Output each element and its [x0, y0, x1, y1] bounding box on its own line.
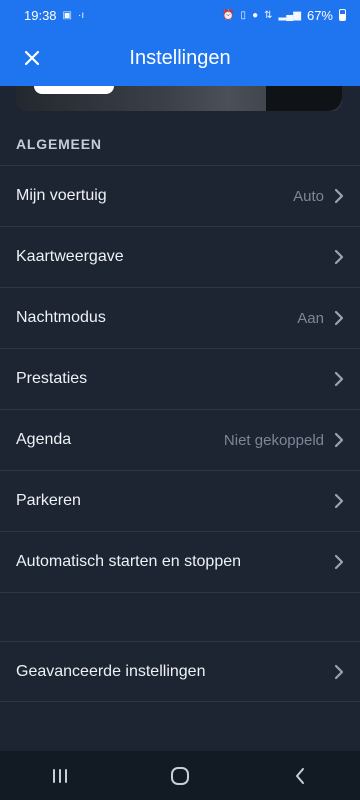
setting-label: Automatisch starten en stoppen [16, 553, 242, 570]
home-button[interactable] [150, 756, 210, 796]
signal-dot-icon: ·ı [78, 9, 85, 21]
setting-right [324, 371, 344, 387]
settings-list: Mijn voertuig Auto Kaartweergave Nachtmo… [0, 165, 360, 702]
network-4g-icon: ⇅ [264, 9, 273, 21]
recent-apps-icon [53, 768, 67, 783]
setting-row-my-vehicle[interactable]: Mijn voertuig Auto [0, 165, 360, 226]
setting-row-advanced[interactable]: Geavanceerde instellingen [0, 641, 360, 702]
setting-right: Niet gekoppeld [224, 432, 344, 449]
section-header-general: ALGEMEEN [16, 136, 102, 152]
battery-percent: 67% [306, 7, 333, 23]
banner-image-shadow [266, 86, 342, 111]
setting-row-auto-start-stop[interactable]: Automatisch starten en stoppen [0, 531, 360, 592]
alarm-icon: ⏰ [222, 9, 235, 21]
chevron-right-icon [334, 493, 344, 509]
banner-image-highlight [34, 86, 114, 94]
vibrate-icon: ▯ [240, 9, 247, 21]
setting-value: Aan [297, 309, 324, 327]
location-icon: ● [252, 9, 259, 21]
setting-right [324, 493, 344, 509]
setting-value: Auto [293, 187, 324, 205]
notification-icon: ▣ [62, 9, 72, 21]
chevron-right-icon [334, 188, 344, 204]
setting-right [324, 249, 344, 265]
status-bar: 19:38 ▣ ·ı ⏰ ▯ ● ⇅ ▂▄▆ 67% [0, 0, 360, 30]
setting-row-night-mode[interactable]: Nachtmodus Aan [0, 287, 360, 348]
chevron-right-icon [334, 664, 344, 680]
status-bar-right: ⏰ ▯ ● ⇅ ▂▄▆ 67% [222, 8, 346, 23]
status-time: 19:38 [24, 7, 57, 23]
recent-apps-button[interactable] [30, 756, 90, 796]
battery-icon [339, 9, 346, 21]
chevron-right-icon [334, 310, 344, 326]
setting-label: Parkeren [16, 492, 81, 509]
setting-label: Prestaties [16, 370, 88, 387]
setting-row-map-view[interactable]: Kaartweergave [0, 226, 360, 287]
home-icon [171, 766, 189, 785]
chevron-right-icon [334, 432, 344, 448]
close-button[interactable] [12, 38, 52, 78]
setting-right: Auto [293, 188, 344, 205]
setting-label: Mijn voertuig [16, 187, 107, 204]
setting-right [324, 554, 344, 570]
setting-label: Kaartweergave [16, 248, 124, 265]
setting-value: Niet gekoppeld [223, 431, 324, 449]
setting-right [334, 664, 344, 680]
back-icon [296, 767, 304, 784]
page-title: Instellingen [129, 46, 231, 69]
close-icon [24, 50, 40, 66]
system-nav-bar [0, 751, 360, 800]
banner-image [16, 86, 342, 111]
section-spacer [0, 592, 360, 641]
signal-bars-icon: ▂▄▆ [278, 9, 301, 21]
chevron-right-icon [334, 371, 344, 387]
status-bar-left: 19:38 ▣ ·ı [24, 8, 84, 23]
back-button[interactable] [270, 756, 330, 796]
setting-label: Agenda [16, 431, 72, 448]
setting-row-calendar[interactable]: Agenda Niet gekoppeld [0, 409, 360, 470]
chevron-right-icon [334, 554, 344, 570]
app-bar: Instellingen [0, 30, 360, 86]
chevron-right-icon [334, 249, 344, 265]
setting-row-parking[interactable]: Parkeren [0, 470, 360, 531]
setting-right: Aan [297, 310, 344, 327]
setting-row-performance[interactable]: Prestaties [0, 348, 360, 409]
setting-label: Geavanceerde instellingen [16, 663, 206, 680]
setting-label: Nachtmodus [16, 309, 106, 326]
footer-band [0, 701, 360, 751]
